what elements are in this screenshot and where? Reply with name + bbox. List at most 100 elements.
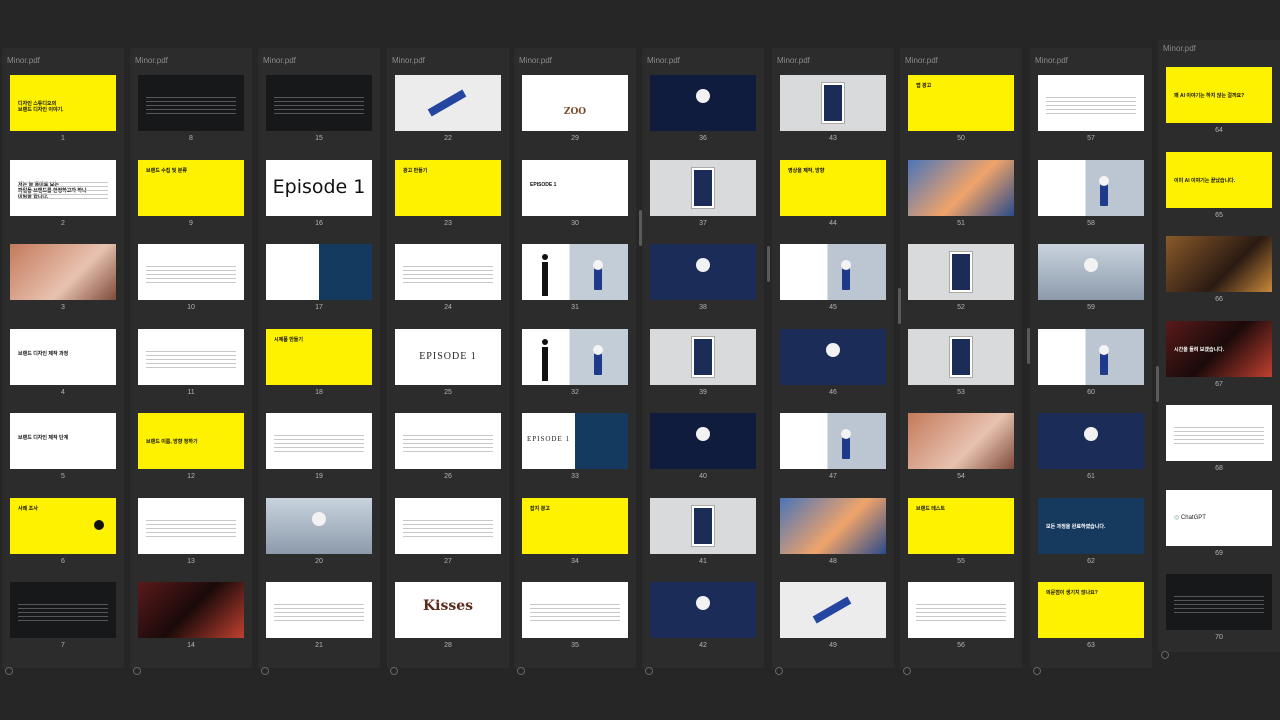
add-icon[interactable] bbox=[390, 667, 398, 675]
page-thumbnail[interactable] bbox=[522, 582, 628, 638]
page-number: 7 bbox=[61, 642, 65, 649]
page-thumbnail[interactable]: 모든 과정을 완료하였습니다. bbox=[1038, 497, 1144, 554]
page-thumbnail[interactable] bbox=[908, 328, 1014, 385]
page-thumbnail[interactable]: ChatGPT bbox=[1166, 489, 1272, 546]
page-thumbnail[interactable] bbox=[522, 244, 628, 300]
page-thumbnail[interactable] bbox=[266, 582, 372, 638]
page-thumbnail[interactable]: 브랜드 수집 및 분류 bbox=[138, 159, 244, 216]
page-thumbnail[interactable] bbox=[10, 244, 116, 300]
page-thumbnail[interactable] bbox=[522, 328, 628, 385]
scrollbar[interactable] bbox=[639, 210, 642, 246]
page-thumbnail[interactable] bbox=[780, 328, 886, 385]
page-thumbnail[interactable] bbox=[1038, 328, 1144, 385]
page-thumbnail[interactable]: 사례 조사 bbox=[10, 497, 116, 554]
scrollbar[interactable] bbox=[1156, 366, 1159, 402]
page-heading: 이미 AI 이야기는 끝났습니다. bbox=[1174, 177, 1236, 184]
page-thumbnail[interactable]: 광고 만들기 bbox=[395, 159, 501, 216]
page-thumbnail[interactable] bbox=[266, 413, 372, 469]
add-icon[interactable] bbox=[645, 667, 653, 675]
page-thumbnail[interactable] bbox=[780, 413, 886, 469]
add-icon[interactable] bbox=[517, 667, 525, 675]
page-number: 1 bbox=[61, 135, 65, 142]
add-icon[interactable] bbox=[1033, 667, 1041, 675]
page-thumbnail[interactable] bbox=[650, 328, 756, 385]
page-thumbnail[interactable]: 시간을 돌려 보겠습니다. bbox=[1166, 320, 1272, 377]
page-thumbnail[interactable] bbox=[780, 497, 886, 554]
page-thumbnail[interactable] bbox=[780, 75, 886, 131]
page-thumbnail[interactable]: EPISODE 1 bbox=[395, 328, 501, 385]
page-thumbnail[interactable] bbox=[650, 413, 756, 469]
scrollbar[interactable] bbox=[1027, 328, 1030, 364]
page-thumbnail[interactable] bbox=[908, 244, 1014, 300]
page-thumbnail[interactable] bbox=[650, 244, 756, 300]
page-thumbnail[interactable] bbox=[395, 413, 501, 469]
page-thumbnail[interactable]: 브랜드 디자인 제작 단계 bbox=[10, 413, 116, 469]
page-thumbnail[interactable] bbox=[138, 244, 244, 300]
page-number: 16 bbox=[315, 219, 323, 227]
page-thumbnail[interactable]: 이미 AI 이야기는 끝났습니다. bbox=[1166, 151, 1272, 208]
page-number: 12 bbox=[187, 473, 195, 480]
page-thumbnail[interactable] bbox=[650, 159, 756, 216]
page-thumbnail[interactable]: EPISODE 1 bbox=[522, 413, 628, 469]
page-thumbnail[interactable] bbox=[650, 582, 756, 638]
page-thumbnail[interactable]: 브랜드 이름, 방향 정하기 bbox=[138, 413, 244, 469]
page-thumbnail[interactable] bbox=[1038, 75, 1144, 131]
page-thumbnail[interactable]: 영상을 제작, 방향 bbox=[780, 159, 886, 216]
page-thumbnail[interactable] bbox=[138, 328, 244, 385]
page-thumbnail[interactable]: EPISODE 1 bbox=[522, 159, 628, 216]
page-thumbnail[interactable] bbox=[908, 413, 1014, 469]
page-thumbnail[interactable] bbox=[266, 497, 372, 554]
page-thumbnail[interactable] bbox=[1166, 236, 1272, 292]
page-thumbnail[interactable] bbox=[395, 75, 501, 131]
page-thumbnail[interactable] bbox=[1038, 413, 1144, 469]
page-thumbnail[interactable]: 왜 AI 이야기는 하지 않는 걸까요? bbox=[1166, 67, 1272, 123]
page-thumbnail[interactable] bbox=[138, 497, 244, 554]
page-thumbnail[interactable]: Episode 1 bbox=[266, 159, 372, 216]
page-thumbnail[interactable] bbox=[395, 497, 501, 554]
scrollbar[interactable] bbox=[767, 246, 770, 282]
page-thumbnail[interactable]: 디자인 스튜디오의 브랜드 디자인 이야기. bbox=[10, 75, 116, 131]
page-number: 53 bbox=[957, 388, 965, 396]
add-icon[interactable] bbox=[261, 667, 269, 675]
add-icon[interactable] bbox=[1161, 651, 1169, 659]
page-thumbnail[interactable] bbox=[1038, 244, 1144, 300]
page-thumbnail[interactable] bbox=[1038, 159, 1144, 216]
page-thumbnail[interactable] bbox=[908, 582, 1014, 638]
page-thumbnail[interactable] bbox=[266, 244, 372, 300]
phone-mockup bbox=[950, 336, 972, 377]
page-thumbnail[interactable] bbox=[1166, 574, 1272, 630]
page-thumbnail[interactable] bbox=[395, 244, 501, 300]
page-thumbnail[interactable] bbox=[1166, 405, 1272, 461]
add-icon[interactable] bbox=[133, 667, 141, 675]
page-number: 33 bbox=[571, 473, 579, 480]
add-icon[interactable] bbox=[903, 667, 911, 675]
page-thumbnail[interactable] bbox=[266, 75, 372, 131]
add-icon[interactable] bbox=[5, 667, 13, 675]
page-thumbnail[interactable]: 저는 늘 흥미로 보는 파일들 브랜드를 한정하고자 하니 미팅을 합니다. bbox=[10, 159, 116, 216]
page-thumbnail[interactable]: 잡지 광고 bbox=[522, 497, 628, 554]
page-thumbnail[interactable]: 브랜드 디자인 제작 과정 bbox=[10, 328, 116, 385]
thumbnail-column: Minor.pdf 36 37 38 39 40 41 42 bbox=[642, 48, 764, 675]
page-number: 4 bbox=[61, 388, 65, 396]
page-thumbnail[interactable] bbox=[650, 75, 756, 131]
page-thumbnail[interactable]: 앱 광고 bbox=[908, 75, 1014, 131]
page-thumbnail[interactable] bbox=[780, 582, 886, 638]
page-number: 20 bbox=[315, 557, 323, 565]
page-thumbnail[interactable]: 브랜드 테스트 bbox=[908, 497, 1014, 554]
page-heading: 앱 광고 bbox=[916, 83, 932, 89]
page-thumbnail[interactable] bbox=[138, 582, 244, 638]
page-thumbnail[interactable] bbox=[908, 159, 1014, 216]
add-icon[interactable] bbox=[775, 667, 783, 675]
text-lines bbox=[18, 181, 108, 200]
page-number: 47 bbox=[829, 473, 837, 480]
page-heading: 왜 AI 이야기는 하지 않는 걸까요? bbox=[1174, 93, 1245, 99]
page-thumbnail[interactable]: ZOO bbox=[522, 75, 628, 131]
page-thumbnail[interactable]: Kisses bbox=[395, 582, 501, 638]
page-thumbnail[interactable]: 의문점이 생기지 않나요? bbox=[1038, 582, 1144, 638]
page-thumbnail[interactable]: 시제품 만들기 bbox=[266, 328, 372, 385]
page-thumbnail[interactable] bbox=[10, 582, 116, 638]
page-thumbnail[interactable] bbox=[650, 497, 756, 554]
page-thumbnail[interactable] bbox=[780, 244, 886, 300]
scrollbar[interactable] bbox=[898, 288, 901, 324]
page-thumbnail[interactable] bbox=[138, 75, 244, 131]
